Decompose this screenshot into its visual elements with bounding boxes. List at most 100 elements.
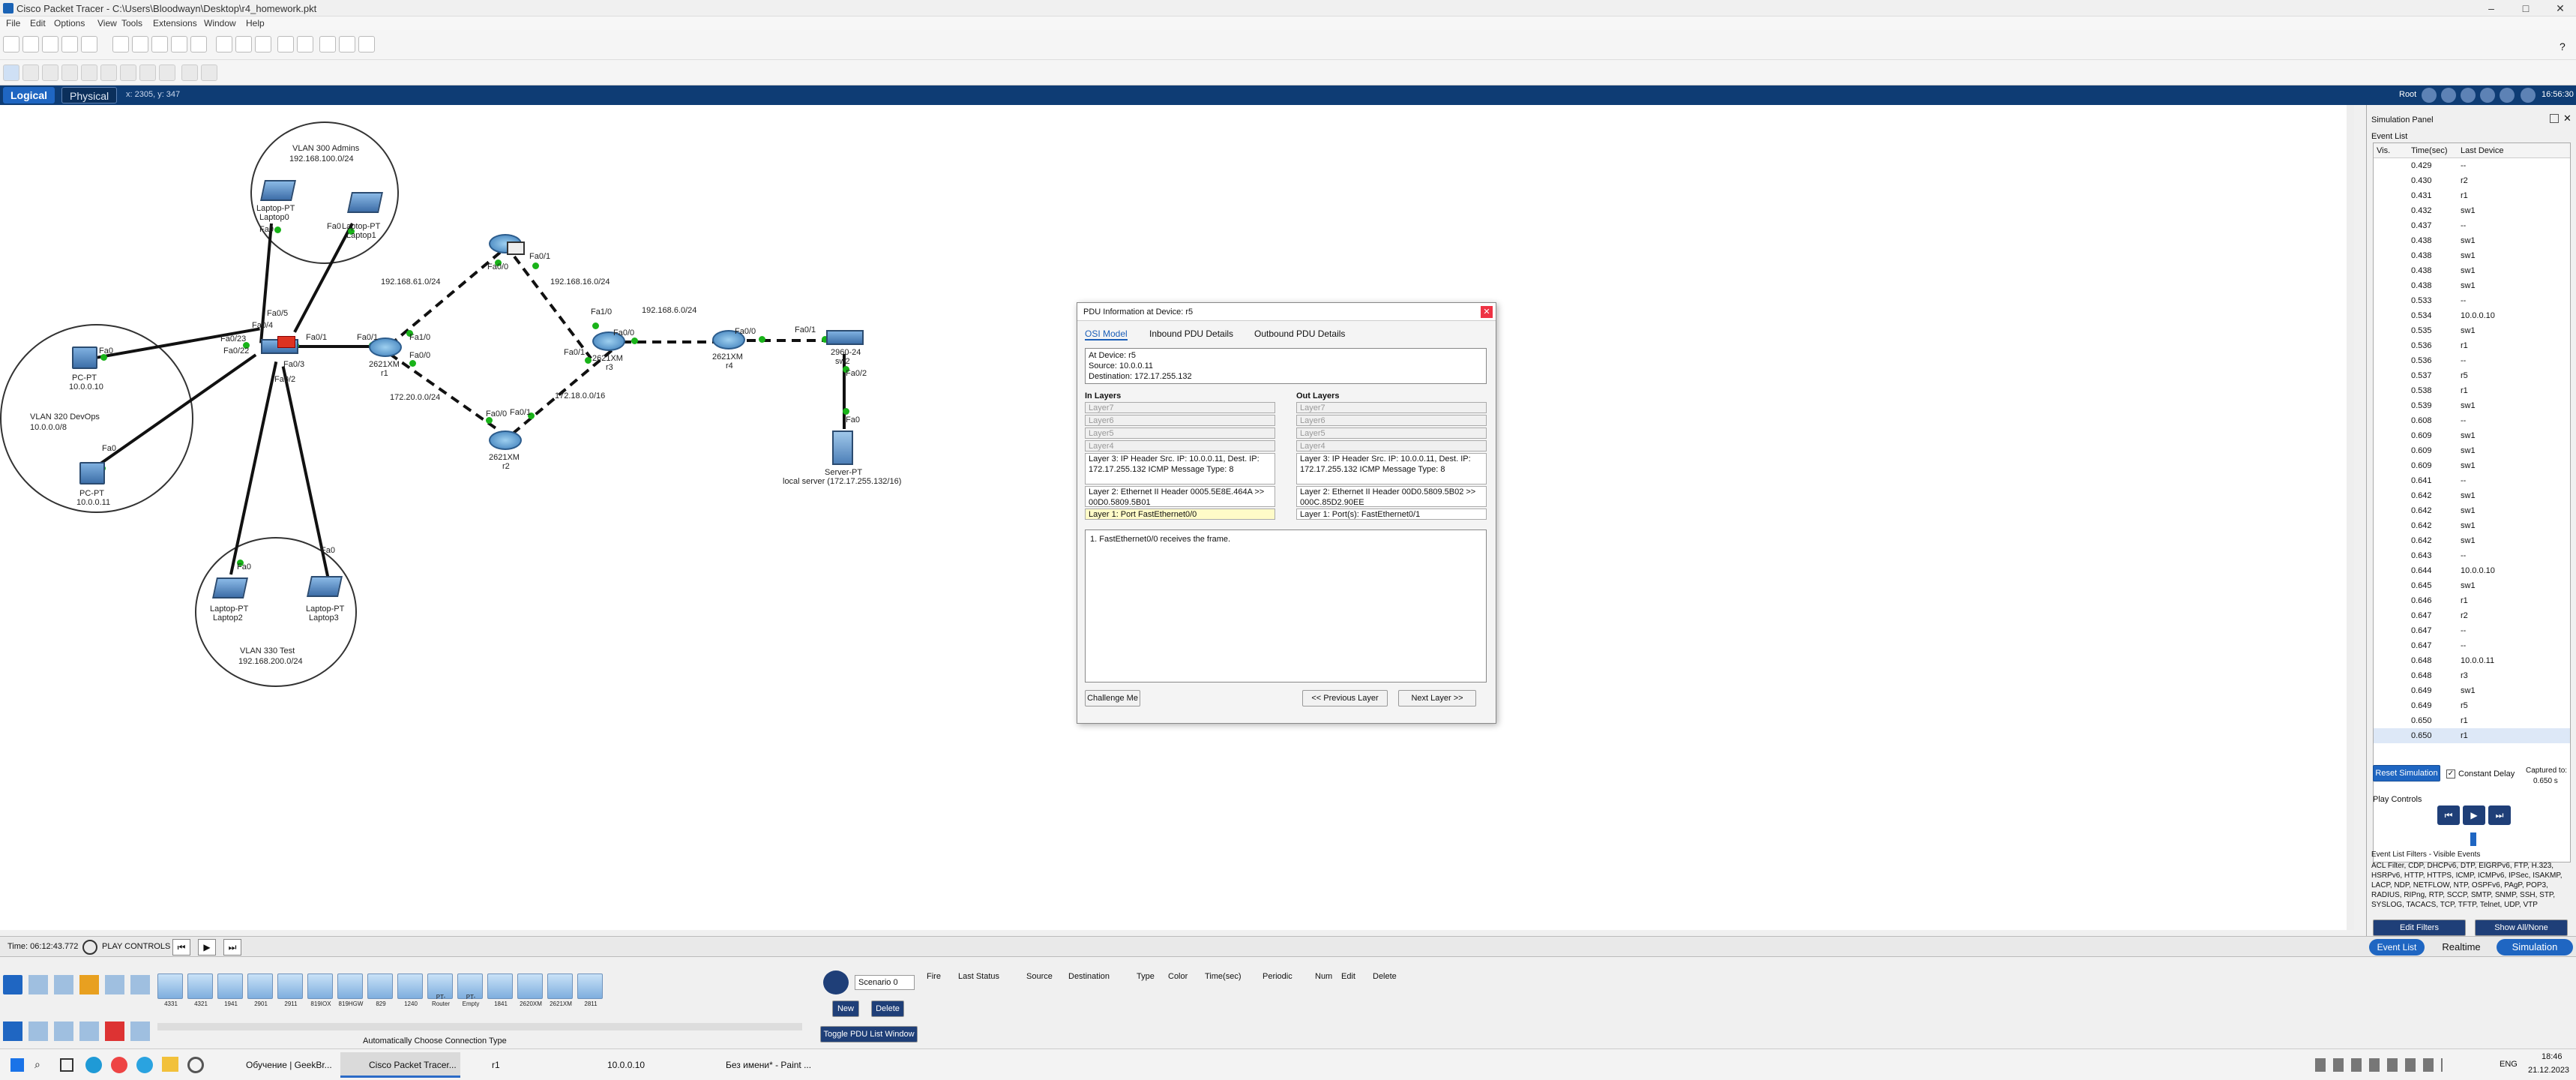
event-row[interactable]: 0.643 -- [2374, 548, 2570, 563]
network-devices-icon[interactable] [3, 975, 22, 994]
inspect-icon[interactable] [22, 64, 39, 81]
components-icon[interactable] [54, 975, 73, 994]
realtime-mode[interactable]: Realtime [2431, 939, 2492, 956]
show-all-none-button[interactable]: Show All/None [2475, 920, 2568, 936]
event-row[interactable]: 0.431 r1 [2374, 188, 2570, 203]
open-file-icon[interactable] [22, 36, 39, 52]
device-model-tile[interactable]: 2620XM [517, 974, 543, 1007]
event-row[interactable]: 0.438 sw1 [2374, 278, 2570, 293]
event-row[interactable]: 0.648 r3 [2374, 668, 2570, 683]
event-row[interactable]: 0.647 -- [2374, 623, 2570, 638]
add-simple-pdu-icon[interactable] [181, 64, 198, 81]
device-model-tile[interactable]: 2811 [577, 974, 603, 1007]
device-model-tile[interactable]: 2621XM [547, 974, 573, 1007]
task-view-icon[interactable] [60, 1058, 73, 1072]
notes-icon[interactable] [319, 36, 336, 52]
wan-emulation-icon[interactable] [130, 1022, 150, 1041]
step-back-icon[interactable]: ⏮ [2437, 806, 2460, 825]
event-row[interactable]: 0.650 r1 [2374, 713, 2570, 728]
edit-filters-button[interactable]: Edit Filters [2373, 920, 2466, 936]
scenario-select[interactable]: Scenario 0 [855, 975, 915, 990]
connections-icon[interactable] [79, 975, 99, 994]
laptop1[interactable] [347, 192, 383, 213]
power-cycle-icon[interactable] [82, 940, 97, 955]
multiuser-icon[interactable] [130, 975, 150, 994]
image-icon[interactable] [358, 36, 375, 52]
tab-physical[interactable]: Physical [61, 87, 118, 104]
close-icon[interactable]: ✕ [2543, 0, 2576, 16]
routers-icon[interactable] [3, 1022, 22, 1041]
device-model-tile[interactable]: 4331 [157, 974, 183, 1007]
end-devices-icon[interactable] [28, 975, 48, 994]
copy-icon[interactable] [112, 36, 129, 52]
security-icon[interactable] [105, 1022, 124, 1041]
chrome-icon[interactable] [111, 1057, 127, 1073]
hubs-icon[interactable] [54, 1022, 73, 1041]
minimize-icon[interactable]: – [2474, 0, 2509, 16]
settings-icon[interactable] [187, 1057, 204, 1073]
tab-outbound-pdu-details[interactable]: Outbound PDU Details [1254, 328, 1345, 339]
server-local[interactable] [832, 430, 853, 465]
select-icon[interactable] [3, 64, 19, 81]
event-row[interactable]: 0.536 r1 [2374, 338, 2570, 353]
event-row[interactable]: 0.538 r1 [2374, 383, 2570, 398]
event-list-table[interactable]: Vis. Time(sec) Last Device 0.429 -- 0.430 r… [2373, 142, 2571, 862]
line-icon[interactable] [100, 64, 117, 81]
device-model-tile[interactable]: PT-Empty [457, 974, 483, 1007]
device-model-tile[interactable]: 1841 [487, 974, 513, 1007]
event-row[interactable]: 0.533 -- [2374, 293, 2570, 308]
event-row[interactable]: 0.649 sw1 [2374, 683, 2570, 698]
event-row[interactable]: 0.438 sw1 [2374, 263, 2570, 278]
pc-10-0-0-10[interactable] [72, 346, 97, 369]
zoom-reset-icon[interactable] [235, 36, 252, 52]
device-model-tile[interactable]: 1240 [397, 974, 423, 1007]
event-row[interactable]: 0.430 r2 [2374, 173, 2570, 188]
status-step-back-icon[interactable]: ⏮ [172, 939, 190, 956]
add-complex-pdu-icon[interactable] [201, 64, 217, 81]
event-row[interactable]: 0.647 -- [2374, 638, 2570, 653]
edge-icon[interactable] [85, 1057, 102, 1073]
fire-icon[interactable] [823, 970, 849, 994]
print-icon[interactable] [61, 36, 78, 52]
menu-window[interactable]: Window [204, 18, 236, 28]
event-row[interactable]: 0.647 r2 [2374, 608, 2570, 623]
play-speed-slider[interactable] [2470, 832, 2476, 846]
menu-extensions[interactable]: Extensions [153, 18, 197, 28]
event-row[interactable]: 0.642 sw1 [2374, 503, 2570, 518]
play-icon[interactable]: ▶ [2463, 806, 2485, 825]
out-layer-3[interactable]: Layer 3: IP Header Src. IP: 10.0.0.11, D… [1296, 453, 1487, 484]
in-layer-7[interactable]: Layer7 [1085, 402, 1275, 413]
set-tiled-background-icon[interactable] [2461, 88, 2476, 103]
status-step-forward-icon[interactable]: ⏭ [223, 939, 241, 956]
event-list-toggle[interactable]: Event List [2369, 939, 2425, 956]
toggle-pdu-list-button[interactable]: Toggle PDU List Window [820, 1026, 918, 1042]
delete-icon[interactable] [42, 64, 58, 81]
event-row[interactable]: 0.534 10.0.0.10 [2374, 308, 2570, 323]
help-icon[interactable]: ? [2560, 40, 2566, 52]
in-layer-2[interactable]: Layer 2: Ethernet II Header 0005.5E8E.46… [1085, 486, 1275, 507]
back-icon[interactable] [2422, 88, 2437, 103]
new-file-icon[interactable] [3, 36, 19, 52]
event-row[interactable]: 0.645 sw1 [2374, 578, 2570, 593]
menu-edit[interactable]: Edit [30, 18, 46, 28]
in-layer-1[interactable]: Layer 1: Port FastEthernet0/0 [1085, 508, 1275, 520]
out-layer-7[interactable]: Layer7 [1296, 402, 1487, 413]
event-row[interactable]: 0.642 sw1 [2374, 533, 2570, 548]
device-model-tile[interactable]: 829 [367, 974, 393, 1007]
undo-icon[interactable] [151, 36, 168, 52]
event-row[interactable]: 0.535 sw1 [2374, 323, 2570, 338]
redo-icon[interactable] [171, 36, 187, 52]
taskbar-r1[interactable]: r1 [463, 1052, 576, 1078]
viewport-icon[interactable] [2441, 88, 2456, 103]
event-row[interactable]: 0.609 sw1 [2374, 458, 2570, 473]
out-layer-2[interactable]: Layer 2: Ethernet II Header 00D0.5809.5B… [1296, 486, 1487, 507]
device-model-tile[interactable]: 2901 [247, 974, 273, 1007]
paste-icon[interactable] [132, 36, 148, 52]
event-row[interactable]: 0.536 -- [2374, 353, 2570, 368]
event-row[interactable]: 0.432 sw1 [2374, 203, 2570, 218]
constant-delay-checkbox[interactable]: ✓ [2446, 770, 2455, 778]
out-layer-1[interactable]: Layer 1: Port(s): FastEthernet0/1 [1296, 508, 1487, 520]
device-model-tile[interactable]: 819IOX [307, 974, 333, 1007]
router-r2[interactable] [489, 430, 522, 450]
new-scenario-button[interactable]: New [832, 1000, 859, 1017]
